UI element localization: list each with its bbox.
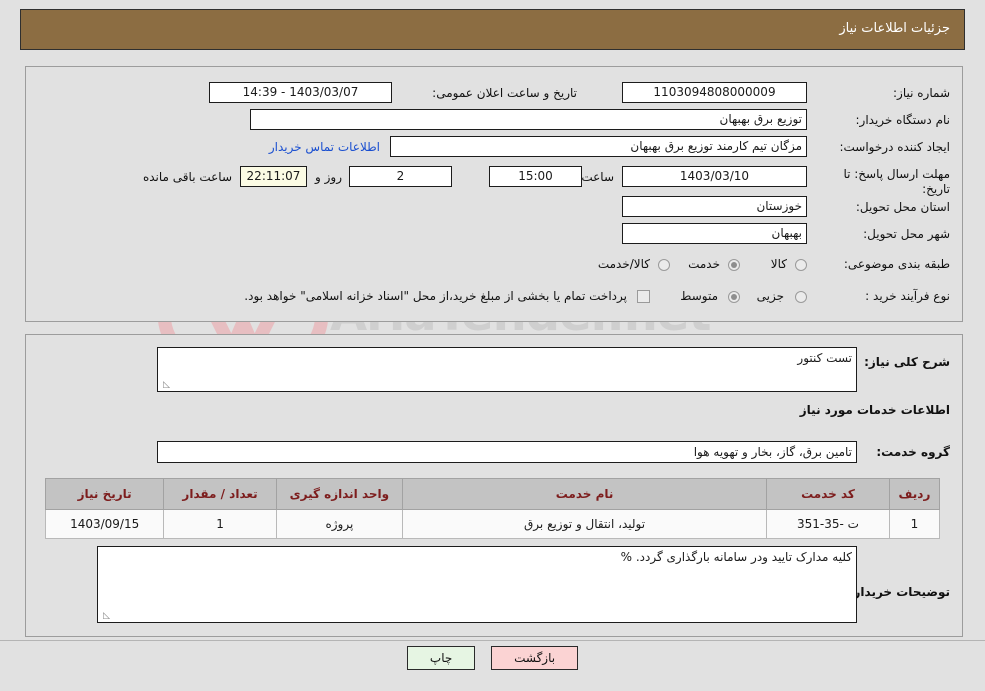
city-label: شهر محل تحویل: xyxy=(863,227,950,241)
resize-grip-icon[interactable]: ◺ xyxy=(160,380,170,390)
need-info-panel: شماره نیاز: 1103094808000009 تاریخ و ساع… xyxy=(25,66,963,322)
buyer-org-label: نام دستگاه خریدار: xyxy=(855,113,951,127)
th-unit: واحد اندازه گیری xyxy=(275,478,403,510)
classification-option-label-0: کالا xyxy=(770,257,787,271)
remaining-days-value: 2 xyxy=(349,166,452,187)
buyer-org-value: توزیع برق بهبهان xyxy=(250,109,807,130)
radio-classification-kala-khedmat[interactable] xyxy=(658,259,670,271)
countdown-value: 22:11:07 xyxy=(240,166,307,187)
announce-datetime-label: تاریخ و ساعت اعلان عمومی: xyxy=(432,86,577,100)
page-header: جزئیات اطلاعات نیاز xyxy=(20,9,965,50)
th-need-date: تاریخ نیاز xyxy=(44,478,165,510)
table-header-row: ردیف کد خدمت نام خدمت واحد اندازه گیری ت… xyxy=(44,478,941,510)
th-service-name: نام خدمت xyxy=(401,478,768,510)
treasury-checkbox[interactable] xyxy=(637,290,650,303)
general-desc-textarea[interactable]: تست کنتور ◺ xyxy=(157,347,857,392)
service-group-value: تامین برق، گاز، بخار و تهویه هوا xyxy=(157,441,857,463)
cell-service-code: ت -35-351 xyxy=(766,509,890,539)
purchase-type-label: نوع فرآیند خرید : xyxy=(865,289,950,303)
radio-purchase-jozi[interactable] xyxy=(795,291,807,303)
announce-datetime-value: 1403/03/07 - 14:39 xyxy=(209,82,392,103)
cell-quantity: 1 xyxy=(163,509,277,539)
buyer-notes-value: کلیه مدارک تایید ودر سامانه بارگذاری گرد… xyxy=(620,550,852,564)
deadline-label: مهلت ارسال پاسخ: تا تاریخ: xyxy=(843,167,950,196)
classification-label: طبقه بندی موضوعی: xyxy=(843,257,950,271)
buyer-notes-label: توضیحات خریدار: xyxy=(848,585,950,599)
back-button[interactable]: بازگشت xyxy=(491,646,579,670)
hour-label: ساعت xyxy=(581,170,614,184)
buyer-notes-textarea[interactable]: کلیه مدارک تایید ودر سامانه بارگذاری گرد… xyxy=(97,546,857,623)
service-group-label: گروه خدمت: xyxy=(876,445,950,459)
footer-divider xyxy=(0,640,985,641)
province-label: استان محل تحویل: xyxy=(855,200,950,214)
resize-grip-icon-2[interactable]: ◺ xyxy=(100,611,110,621)
general-desc-value: تست کنتور xyxy=(797,351,852,365)
services-section-title: اطلاعات خدمات مورد نیاز xyxy=(799,403,950,417)
services-table: ردیف کد خدمت نام خدمت واحد اندازه گیری ت… xyxy=(44,478,941,539)
province-value: خوزستان xyxy=(622,196,807,217)
classification-option-label-2: کالا/خدمت xyxy=(597,257,650,271)
cell-unit: پروژه xyxy=(275,509,403,539)
radio-classification-kala[interactable] xyxy=(795,259,807,271)
radio-classification-khedmat[interactable] xyxy=(728,259,740,271)
page-title: جزئیات اطلاعات نیاز xyxy=(839,21,950,36)
classification-option-label-1: خدمت xyxy=(688,257,720,271)
footer-button-bar: بازگشت چاپ xyxy=(0,646,985,670)
th-service-code: کد خدمت xyxy=(766,478,890,510)
treasury-note: پرداخت تمام یا بخشی از مبلغ خرید،از محل … xyxy=(244,289,627,303)
purchase-type-option-label-1: متوسط xyxy=(680,289,718,303)
cell-need-date: 1403/09/15 xyxy=(44,509,165,539)
radio-purchase-motavaset[interactable] xyxy=(728,291,740,303)
city-value: بهبهان xyxy=(622,223,807,244)
table-row[interactable]: 1 ت -35-351 تولید، انتقال و توزیع برق پر… xyxy=(44,509,941,539)
cell-service-name: تولید، انتقال و توزیع برق xyxy=(401,509,768,539)
requester-label: ایجاد کننده درخواست: xyxy=(839,140,950,154)
th-row-no: ردیف xyxy=(888,478,941,510)
requester-value: مزگان تیم کارمند توزیع برق بهبهان xyxy=(390,136,807,157)
deadline-time-value: 15:00 xyxy=(489,166,582,187)
need-number-label: شماره نیاز: xyxy=(893,86,950,100)
purchase-type-option-label-0: جزیی xyxy=(756,289,784,303)
print-button[interactable]: چاپ xyxy=(406,646,476,670)
countdown-label: ساعت باقی مانده xyxy=(142,170,232,184)
need-number-value: 1103094808000009 xyxy=(622,82,807,103)
general-desc-label: شرح کلی نیاز: xyxy=(864,355,950,369)
buyer-contact-link[interactable]: اطلاعات تماس خریدار xyxy=(269,140,380,154)
remaining-days-label: روز و xyxy=(315,170,342,184)
deadline-date-value: 1403/03/10 xyxy=(622,166,807,187)
th-quantity: تعداد / مقدار xyxy=(163,478,277,510)
cell-row-no: 1 xyxy=(888,509,941,539)
